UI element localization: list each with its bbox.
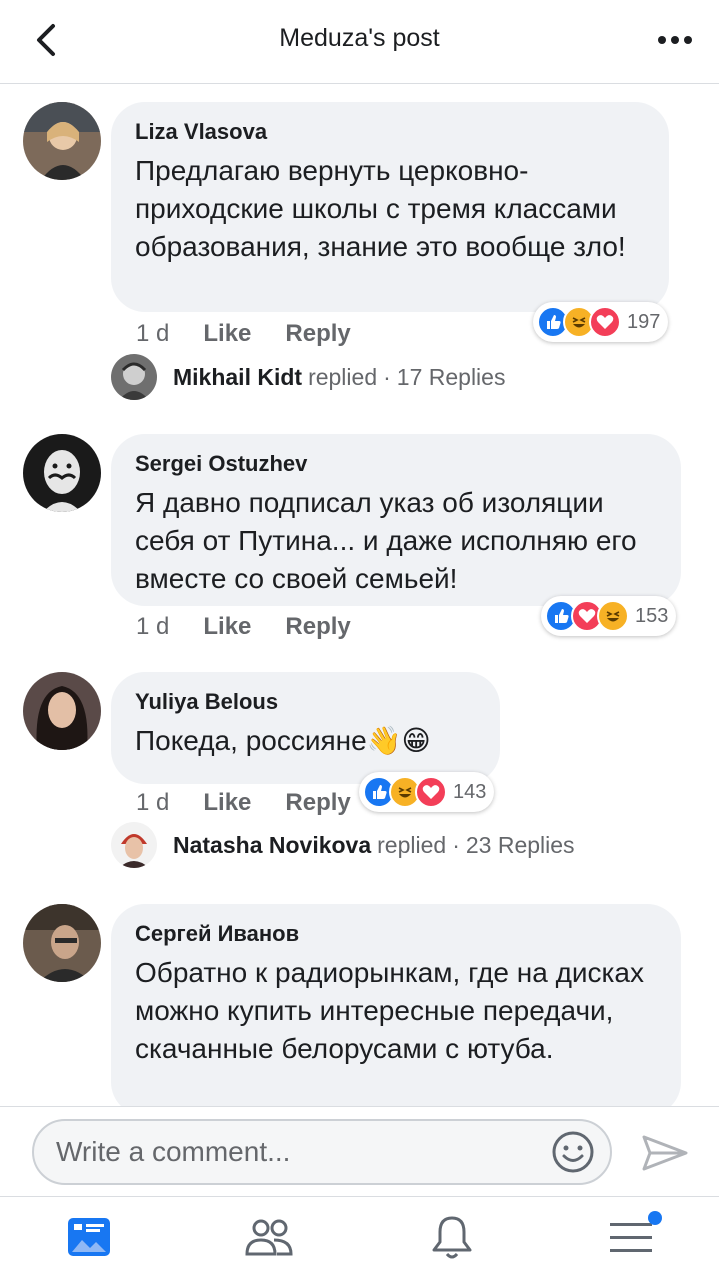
- notifications-bell-icon: [432, 1216, 472, 1259]
- comment-input-placeholder: Write a comment...: [56, 1136, 291, 1167]
- comment-author[interactable]: Liza Vlasova: [135, 118, 645, 146]
- top-bar: Meduza's post: [0, 0, 719, 84]
- reply-author: Mikhail Kidt: [173, 363, 303, 390]
- reply-button[interactable]: Reply: [285, 789, 350, 817]
- comment-time[interactable]: 1 d: [136, 613, 169, 641]
- reply-author: Natasha Novikova: [173, 831, 372, 858]
- page-title: Meduza's post: [279, 24, 440, 52]
- comment-author[interactable]: Yuliya Belous: [135, 688, 476, 716]
- reply-button[interactable]: Reply: [285, 613, 350, 641]
- comment-bubble[interactable]: Сергей Иванов Обратно к радиорынкам, где…: [111, 904, 681, 1106]
- reactions-summary[interactable]: 143: [359, 772, 495, 812]
- comment-actions: 1 d Like Reply: [136, 320, 351, 348]
- comment-time[interactable]: 1 d: [136, 789, 169, 817]
- reaction-count: 153: [635, 604, 669, 627]
- reply-count: 23 Replies: [465, 831, 575, 858]
- comment-actions: 1 d Like Reply: [136, 789, 351, 817]
- comment-bubble[interactable]: Yuliya Belous Покеда, россияне👋😁: [111, 672, 500, 784]
- menu-notification-dot: [648, 1211, 662, 1225]
- view-replies-link[interactable]: Mikhail Kidt replied · 17 Replies: [111, 354, 505, 400]
- more-options-button[interactable]: [653, 22, 697, 58]
- bottom-tab-bar: [0, 1196, 719, 1280]
- view-replies-link[interactable]: Natasha Novikova replied · 23 Replies: [111, 822, 575, 868]
- comment-text: Предлагаю вернуть церковно-приходские шк…: [135, 155, 626, 262]
- reactions-summary[interactable]: 197: [533, 302, 669, 342]
- comment-text: Обратно к радиорынкам, где на дисках мож…: [135, 957, 644, 1064]
- avatar[interactable]: [23, 102, 101, 180]
- reply-button[interactable]: Reply: [285, 320, 350, 348]
- comment-actions: 1 d Like Reply: [136, 613, 351, 641]
- comment-text-line: Покеда, россияне👋😁: [135, 722, 476, 760]
- tab-notifications[interactable]: [427, 1213, 477, 1261]
- reaction-count: 143: [453, 780, 487, 803]
- comment-time[interactable]: 1 d: [136, 320, 169, 348]
- reply-verb: replied: [308, 363, 378, 390]
- comment-author[interactable]: Sergei Ostuzhev: [135, 450, 657, 478]
- reply-count: 17 Replies: [396, 363, 506, 390]
- reaction-count: 197: [627, 310, 661, 333]
- news-feed-icon: [68, 1218, 110, 1256]
- reply-separator: ·: [383, 363, 391, 390]
- like-button[interactable]: Like: [203, 789, 251, 817]
- reply-separator: ·: [452, 831, 460, 858]
- tab-menu[interactable]: [606, 1211, 662, 1261]
- tab-news-feed[interactable]: [64, 1213, 114, 1261]
- comment-bubble[interactable]: Liza Vlasova Предлагаю вернуть церковно-…: [111, 102, 669, 312]
- love-reaction-icon: [415, 776, 447, 808]
- like-button[interactable]: Like: [203, 320, 251, 348]
- menu-icon: [610, 1223, 652, 1252]
- comment-emoji: 👋😁: [366, 725, 431, 756]
- comment-text: Покеда, россияне: [135, 725, 367, 756]
- tab-friends[interactable]: [244, 1213, 294, 1261]
- smiley-icon: [552, 1131, 594, 1173]
- more-dots-icon: [658, 36, 692, 44]
- emoji-button[interactable]: [550, 1129, 596, 1175]
- reply-verb: replied: [377, 831, 447, 858]
- reactions-summary[interactable]: 153: [541, 596, 677, 636]
- love-reaction-icon: [589, 306, 621, 338]
- avatar: [111, 822, 157, 868]
- haha-reaction-icon: [597, 600, 629, 632]
- avatar[interactable]: [23, 904, 101, 982]
- avatar: [111, 354, 157, 400]
- comment-author[interactable]: Сергей Иванов: [135, 920, 657, 948]
- send-icon: [642, 1135, 688, 1171]
- comment-bubble[interactable]: Sergei Ostuzhev Я давно подписал указ об…: [111, 434, 681, 606]
- comments-list: Liza Vlasova Предлагаю вернуть церковно-…: [0, 84, 719, 1106]
- avatar[interactable]: [23, 434, 101, 512]
- friends-icon: [245, 1219, 293, 1256]
- like-button[interactable]: Like: [203, 613, 251, 641]
- avatar[interactable]: [23, 672, 101, 750]
- comment-text: Я давно подписал указ об изоляции себя о…: [135, 487, 637, 594]
- send-button[interactable]: [640, 1133, 690, 1173]
- comment-input[interactable]: Write a comment...: [32, 1119, 612, 1185]
- comment-composer: Write a comment...: [0, 1106, 719, 1196]
